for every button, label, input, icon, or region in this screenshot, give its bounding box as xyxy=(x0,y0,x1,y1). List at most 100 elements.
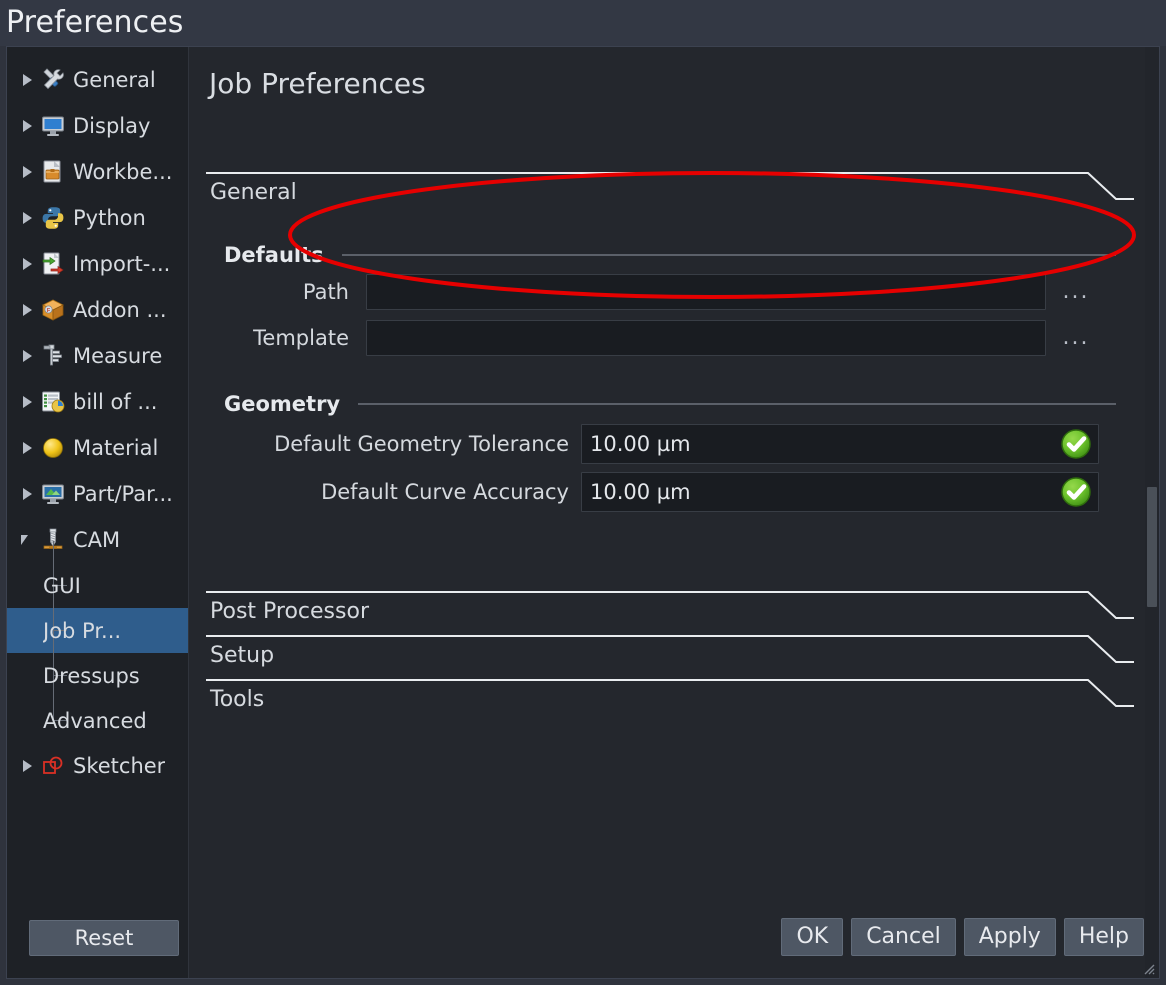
chevron-down-icon[interactable] xyxy=(21,531,37,549)
addon-box-icon: F xyxy=(40,297,66,323)
dialog-button-bar: OK Cancel Apply Help xyxy=(373,898,1159,978)
main-vertical-scrollbar[interactable] xyxy=(1145,47,1159,978)
sidebar-item-label: Sketcher xyxy=(73,754,166,778)
preferences-main-panel: Job Preferences General Defaults Path ..… xyxy=(190,47,1159,978)
chevron-right-icon[interactable] xyxy=(21,757,37,775)
sidebar-item-material[interactable]: Material xyxy=(7,425,188,471)
sidebar-item-label: Part/Par... xyxy=(73,482,173,506)
tools-icon xyxy=(40,67,66,93)
path-browse-button[interactable]: ... xyxy=(1056,275,1096,309)
group-tools-frame xyxy=(206,679,1134,707)
path-label: Path xyxy=(302,280,349,304)
geometry-section-rule xyxy=(358,403,1116,405)
chevron-right-icon[interactable] xyxy=(21,347,37,365)
chevron-right-icon[interactable] xyxy=(21,117,37,135)
sidebar-item-label: General xyxy=(73,68,156,92)
bom-icon xyxy=(40,389,66,415)
cancel-button[interactable]: Cancel xyxy=(851,918,956,956)
monitor-icon xyxy=(40,113,66,139)
template-input[interactable] xyxy=(366,320,1046,356)
window-titlebar: Preferences xyxy=(0,0,1166,46)
curve-accuracy-label: Default Curve Accuracy xyxy=(321,480,569,504)
preferences-dialog: Preferences General Display Workbe... Pytho… xyxy=(0,0,1166,985)
sidebar-item-label: Display xyxy=(73,114,151,138)
chevron-right-icon[interactable] xyxy=(21,209,37,227)
sidebar-item-advanced[interactable]: Advanced xyxy=(7,698,188,743)
sidebar-item-cam[interactable]: CAM xyxy=(7,517,188,563)
reset-button-area: Reset xyxy=(7,898,188,978)
sidebar-item-addon[interactable]: F Addon ... xyxy=(7,287,188,333)
resize-grip-icon[interactable] xyxy=(1139,959,1155,975)
sidebar-item-label: Addon ... xyxy=(73,298,167,322)
sidebar-item-import[interactable]: Import-... xyxy=(7,241,188,287)
sidebar-item-general[interactable]: General xyxy=(7,57,188,103)
curve-accuracy-input[interactable] xyxy=(581,472,1099,512)
sidebar-item-python[interactable]: Python xyxy=(7,195,188,241)
sketcher-icon xyxy=(40,753,66,779)
defaults-section-title: Defaults xyxy=(224,243,324,267)
python-icon xyxy=(40,205,66,231)
group-tools-title: Tools xyxy=(210,687,265,712)
sidebar-item-bill-of[interactable]: bill of ... xyxy=(7,379,188,425)
defaults-section-header: Defaults xyxy=(224,243,1116,267)
import-export-icon xyxy=(40,251,66,277)
group-post-processor-title: Post Processor xyxy=(210,599,369,624)
part-design-icon xyxy=(40,481,66,507)
sidebar-item-workbe[interactable]: Workbe... xyxy=(7,149,188,195)
help-button[interactable]: Help xyxy=(1063,918,1144,956)
sidebar-item-label: Dressups xyxy=(43,663,140,688)
chevron-right-icon[interactable] xyxy=(21,255,37,273)
chevron-right-icon[interactable] xyxy=(21,485,37,503)
sidebar-item-dressups[interactable]: Dressups xyxy=(7,653,188,698)
sidebar-item-display[interactable]: Display xyxy=(7,103,188,149)
group-setup-frame xyxy=(206,635,1134,663)
curve-accuracy-row: Default Curve Accuracy xyxy=(224,472,1124,512)
chevron-right-icon[interactable] xyxy=(21,439,37,457)
chevron-right-icon[interactable] xyxy=(21,301,37,319)
preferences-category-sidebar[interactable]: General Display Workbe... Python Import-... F… xyxy=(7,47,189,978)
geometry-tolerance-input[interactable] xyxy=(581,424,1099,464)
sidebar-item-label: Import-... xyxy=(73,252,171,276)
curve-accuracy-field-wrap xyxy=(581,472,1099,512)
template-browse-button[interactable]: ... xyxy=(1056,321,1096,355)
geometry-section-header: Geometry xyxy=(224,392,1116,416)
dialog-buttons: OK Cancel Apply Help xyxy=(781,918,1144,956)
sidebar-item-sketcher[interactable]: Sketcher xyxy=(7,743,188,789)
geometry-tolerance-field-wrap xyxy=(581,424,1099,464)
window-title: Preferences xyxy=(6,5,184,40)
ok-button[interactable]: OK xyxy=(781,918,844,956)
scrollbar-thumb[interactable] xyxy=(1147,487,1157,607)
path-row: Path ... xyxy=(224,274,1124,310)
category-tree[interactable]: General Display Workbe... Python Import-... F… xyxy=(7,57,188,898)
template-label: Template xyxy=(253,326,349,350)
geometry-tolerance-row: Default Geometry Tolerance xyxy=(224,424,1124,464)
sidebar-item-job-pr[interactable]: Job Pr... xyxy=(7,608,188,653)
chevron-right-icon[interactable] xyxy=(21,393,37,411)
group-general-title: General xyxy=(210,180,297,205)
material-sphere-icon xyxy=(40,435,66,461)
group-general-frame xyxy=(206,172,1134,200)
green-check-icon xyxy=(1060,476,1092,508)
geometry-tolerance-label: Default Geometry Tolerance xyxy=(274,432,569,456)
workbench-icon xyxy=(40,159,66,185)
chevron-right-icon[interactable] xyxy=(21,71,37,89)
sidebar-item-label: Python xyxy=(73,206,146,230)
sidebar-item-measure[interactable]: Measure xyxy=(7,333,188,379)
dialog-body: General Display Workbe... Python Import-... F… xyxy=(6,46,1160,979)
chevron-right-icon[interactable] xyxy=(21,163,37,181)
sidebar-item-part-par[interactable]: Part/Par... xyxy=(7,471,188,517)
green-check-icon xyxy=(1060,428,1092,460)
path-input[interactable] xyxy=(366,274,1046,310)
sidebar-item-label: Measure xyxy=(73,344,163,368)
page-title: Job Preferences xyxy=(209,67,426,100)
sidebar-item-label: bill of ... xyxy=(73,390,158,414)
reset-button[interactable]: Reset xyxy=(29,920,179,956)
sidebar-item-label: Advanced xyxy=(43,708,147,733)
geometry-section-title: Geometry xyxy=(224,392,341,416)
template-row: Template ... xyxy=(224,320,1124,356)
sidebar-item-label: Material xyxy=(73,436,159,460)
sidebar-item-label: GUI xyxy=(43,573,81,598)
sidebar-item-gui[interactable]: GUI xyxy=(7,563,188,608)
apply-button[interactable]: Apply xyxy=(963,918,1056,956)
group-setup-title: Setup xyxy=(210,643,275,668)
